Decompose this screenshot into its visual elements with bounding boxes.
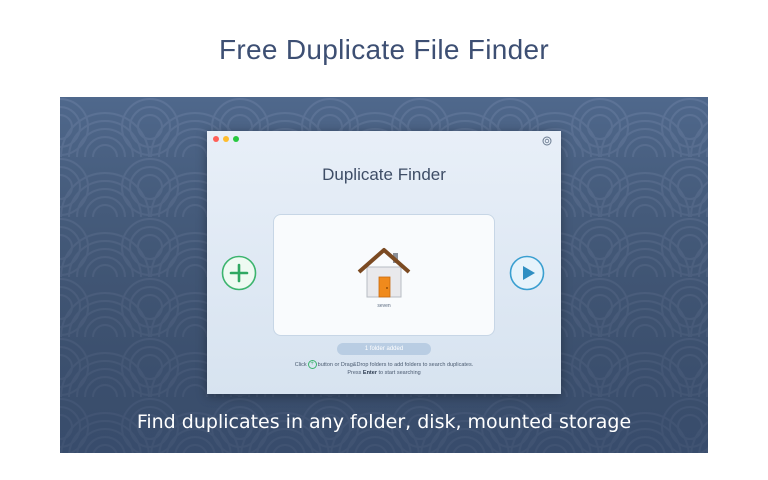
window-title: Duplicate Finder: [322, 165, 446, 184]
plus-circle-icon: +: [307, 360, 317, 369]
app-window: Duplicate Finder seven 1 folder added Cl…: [207, 131, 561, 394]
add-folder-button[interactable]: [221, 255, 257, 291]
hint-add-folders: Click + button or Drag&Drop folders to add…: [294, 360, 474, 369]
headline: Free Duplicate File Finder: [219, 34, 549, 65]
folder-drop-zone[interactable]: seven: [273, 214, 495, 336]
promo-banner: Duplicate Finder seven 1 folder added Cl…: [60, 97, 708, 453]
hint-press-enter: Press Enter to start searching: [347, 370, 421, 376]
window-close-button[interactable]: [213, 136, 219, 142]
banner-caption: Find duplicates in any folder, disk, mou…: [136, 411, 632, 433]
enter-key-label: Enter: [362, 370, 377, 376]
status-badge: 1 folder added: [337, 343, 431, 355]
folder-label: seven: [377, 303, 391, 309]
start-search-button[interactable]: [509, 255, 545, 291]
home-folder-icon: [357, 248, 411, 298]
window-minimize-button[interactable]: [223, 136, 229, 142]
window-zoom-button[interactable]: [233, 136, 239, 142]
lifebuoy-icon[interactable]: [542, 136, 552, 146]
